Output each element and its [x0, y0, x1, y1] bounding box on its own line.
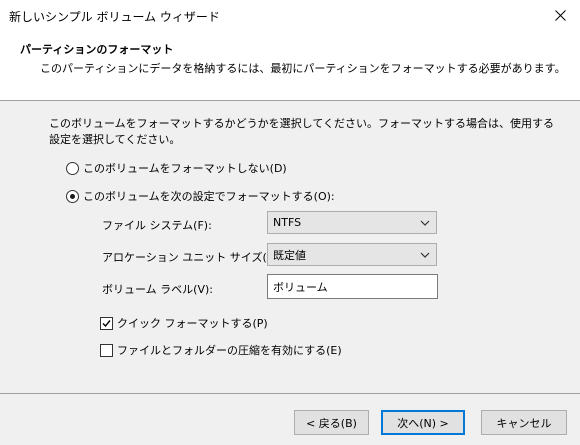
allocation-unit-select[interactable]: 既定値 — [267, 243, 437, 266]
chevron-down-icon — [420, 220, 430, 226]
allocation-unit-value: 既定値 — [273, 248, 306, 262]
window-title: 新しいシンプル ボリューム ウィザード — [9, 10, 220, 24]
radio-format-label: このボリュームを次の設定でフォーマットする(O): — [83, 190, 335, 203]
instructions-text: このボリュームをフォーマットするかどうかを選択してください。フォーマットする場合… — [49, 117, 555, 146]
checkmark-icon — [102, 319, 111, 327]
compression-label: ファイルとフォルダーの圧縮を有効にする(E) — [117, 344, 342, 357]
radio-format[interactable]: このボリュームを次の設定でフォーマットする(O): — [66, 188, 335, 204]
page-title: パーティションのフォーマット — [20, 43, 174, 56]
file-system-label: ファイル システム(F): — [102, 219, 212, 232]
next-button[interactable]: 次へ(N) > — [381, 410, 465, 435]
title-bar: 新しいシンプル ボリューム ウィザード — [0, 0, 580, 31]
radio-no-format[interactable]: このボリュームをフォーマットしない(D) — [66, 160, 287, 176]
checkbox-box — [100, 316, 113, 330]
radio-circle — [66, 161, 79, 175]
quick-format-label: クイック フォーマットする(P) — [117, 317, 268, 330]
close-button[interactable] — [540, 0, 580, 31]
radio-circle-selected — [66, 189, 79, 203]
file-system-select[interactable]: NTFS — [267, 211, 437, 234]
chevron-down-icon — [420, 252, 430, 258]
page-subtitle: このパーティションにデータを格納するには、最初にパーティションをフォーマットする… — [40, 62, 566, 75]
quick-format-checkbox[interactable]: クイック フォーマットする(P) — [100, 315, 268, 331]
compression-checkbox[interactable]: ファイルとフォルダーの圧縮を有効にする(E) — [100, 342, 342, 358]
volume-label-label: ボリューム ラベル(V): — [102, 283, 213, 296]
file-system-value: NTFS — [273, 216, 302, 229]
footer-separator — [0, 393, 580, 394]
back-button[interactable]: < 戻る(B) — [294, 410, 369, 435]
cancel-button[interactable]: キャンセル — [481, 410, 567, 435]
checkbox-box — [100, 343, 113, 357]
allocation-unit-label: アロケーション ユニット サイズ(A): — [102, 251, 283, 264]
close-icon — [554, 10, 566, 21]
radio-no-format-label: このボリュームをフォーマットしない(D) — [83, 162, 287, 175]
wizard-header: パーティションのフォーマット このパーティションにデータを格納するには、最初にパ… — [0, 31, 580, 101]
volume-label-input[interactable]: ボリューム — [267, 274, 438, 299]
